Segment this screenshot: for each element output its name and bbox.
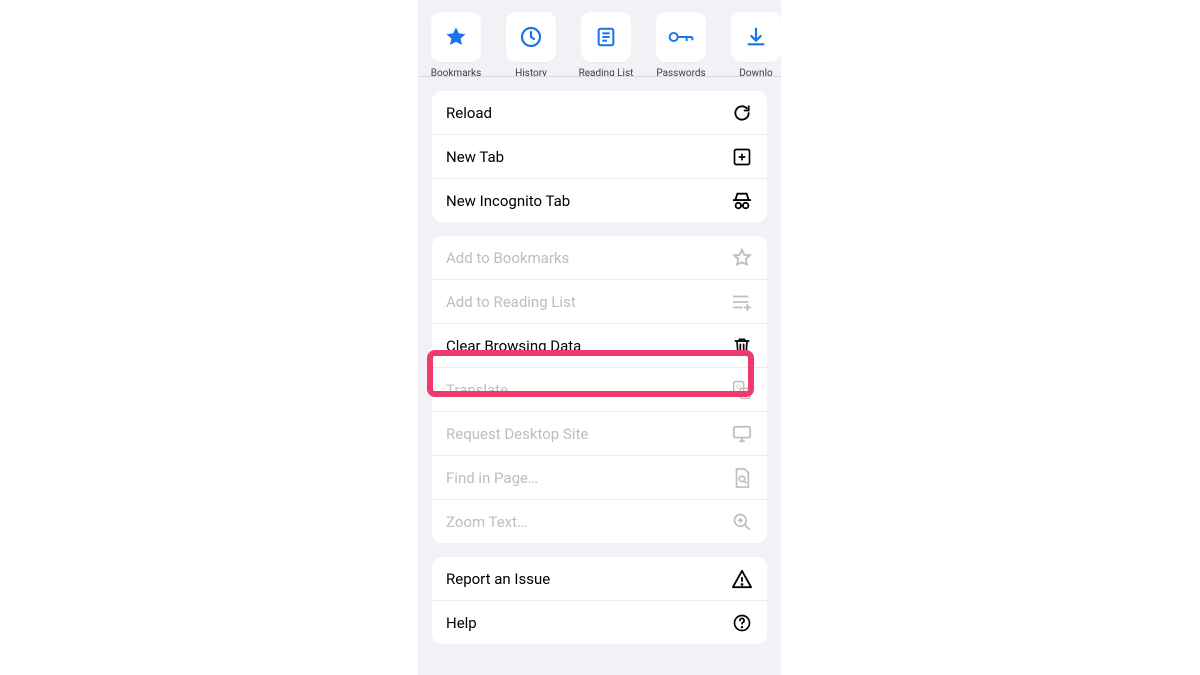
warning-icon [731,568,753,590]
menu-group-navigation: Reload New Tab New Incognito Tab [432,91,767,222]
shortcut-history[interactable]: History [503,12,559,77]
menu-group-support: Report an Issue Help [432,557,767,644]
key-icon [656,12,706,62]
menu-item-new-tab[interactable]: New Tab [432,134,767,178]
reading-list-icon [581,12,631,62]
menu-item-label: Add to Reading List [446,293,731,311]
shortcut-row: Bookmarks History Reading List Passwords [418,0,781,77]
menu-item-label: Clear Browsing Data [446,337,731,355]
find-in-page-icon [731,467,753,489]
shortcut-passwords[interactable]: Passwords [653,12,709,77]
list-add-icon [731,291,753,313]
menu-item-label: New Incognito Tab [446,192,731,210]
menu-item-new-incognito-tab[interactable]: New Incognito Tab [432,178,767,222]
menu-item-add-to-bookmarks: Add to Bookmarks [432,236,767,279]
menu-item-find-in-page: Find in Page… [432,455,767,499]
clock-icon [506,12,556,62]
reload-icon [731,102,753,124]
star-outline-icon [731,247,753,269]
shortcut-label: Bookmarks [431,68,482,77]
desktop-icon [731,423,753,445]
menu-item-label: Add to Bookmarks [446,249,731,267]
help-icon [731,612,753,634]
star-filled-icon [431,12,481,62]
menu-item-label: Translate [446,381,731,399]
menu-item-label: Report an Issue [446,570,731,588]
shortcut-label: Downlo [739,68,772,77]
menu-item-zoom-text: Zoom Text… [432,499,767,543]
download-icon [731,12,781,62]
shortcut-label: Reading List [579,68,634,77]
menu-item-label: Find in Page… [446,469,731,487]
shortcut-downloads[interactable]: Downlo [728,12,781,77]
menu-item-label: Help [446,614,731,632]
menu-item-label: Reload [446,104,731,122]
svg-text:G: G [736,384,741,391]
menu-item-add-to-reading-list: Add to Reading List [432,279,767,323]
trash-icon [731,335,753,357]
new-tab-icon [731,146,753,168]
incognito-icon [731,190,753,212]
shortcut-bookmarks[interactable]: Bookmarks [428,12,484,77]
zoom-icon [731,511,753,533]
menu-item-label: New Tab [446,148,731,166]
menu-item-label: Zoom Text… [446,513,731,531]
shortcut-label: History [515,68,547,77]
menu-item-translate: Translate G [432,367,767,411]
menu-item-clear-browsing-data[interactable]: Clear Browsing Data [432,323,767,367]
translate-icon: G [731,379,753,401]
menu-item-report-issue[interactable]: Report an Issue [432,557,767,600]
menu-item-request-desktop-site: Request Desktop Site [432,411,767,455]
menu-item-label: Request Desktop Site [446,425,731,443]
menu-item-reload[interactable]: Reload [432,91,767,134]
shortcut-label: Passwords [656,68,705,77]
menu-item-help[interactable]: Help [432,600,767,644]
shortcut-reading-list[interactable]: Reading List [578,12,634,77]
menu-group-page-actions: Add to Bookmarks Add to Reading List Cle… [432,236,767,543]
browser-menu-panel: Bookmarks History Reading List Passwords [418,0,781,675]
